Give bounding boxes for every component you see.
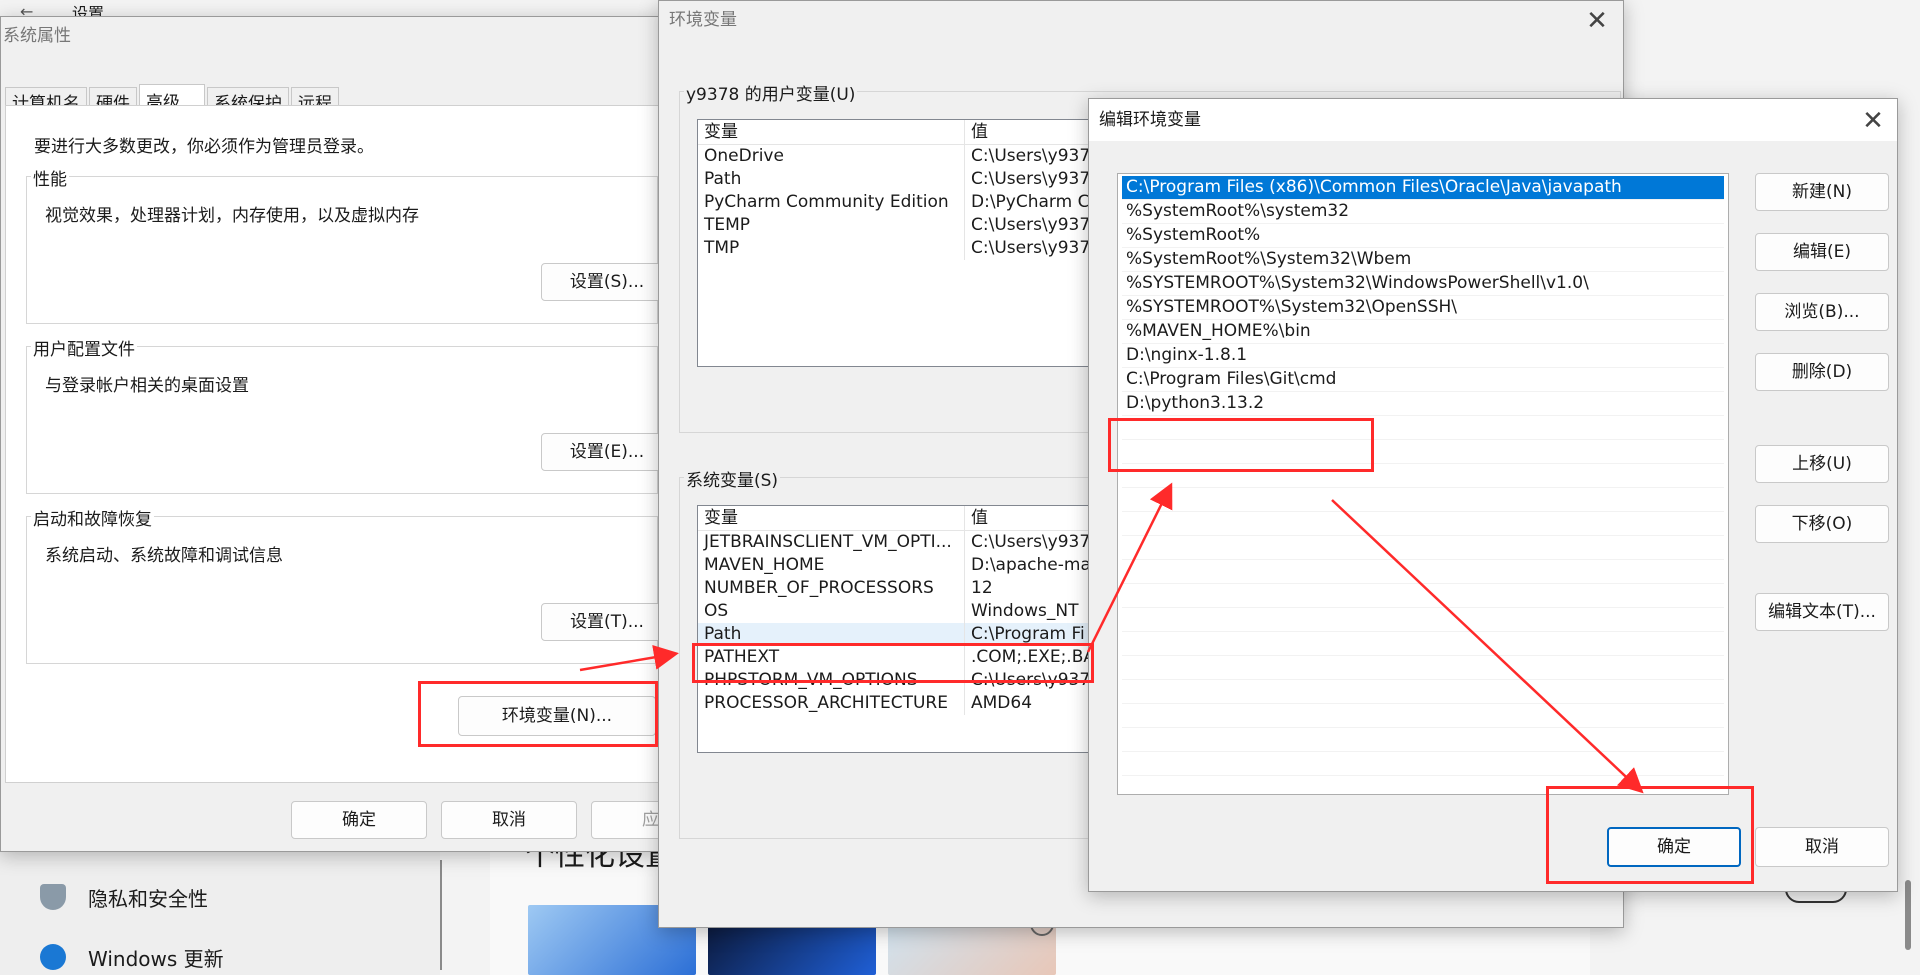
arrow-to-new-entry	[1086, 482, 1173, 653]
arrow-to-ok-button	[1331, 499, 1644, 794]
annotation-arrows	[579, 482, 1644, 794]
arrow-to-path-row	[579, 645, 679, 672]
